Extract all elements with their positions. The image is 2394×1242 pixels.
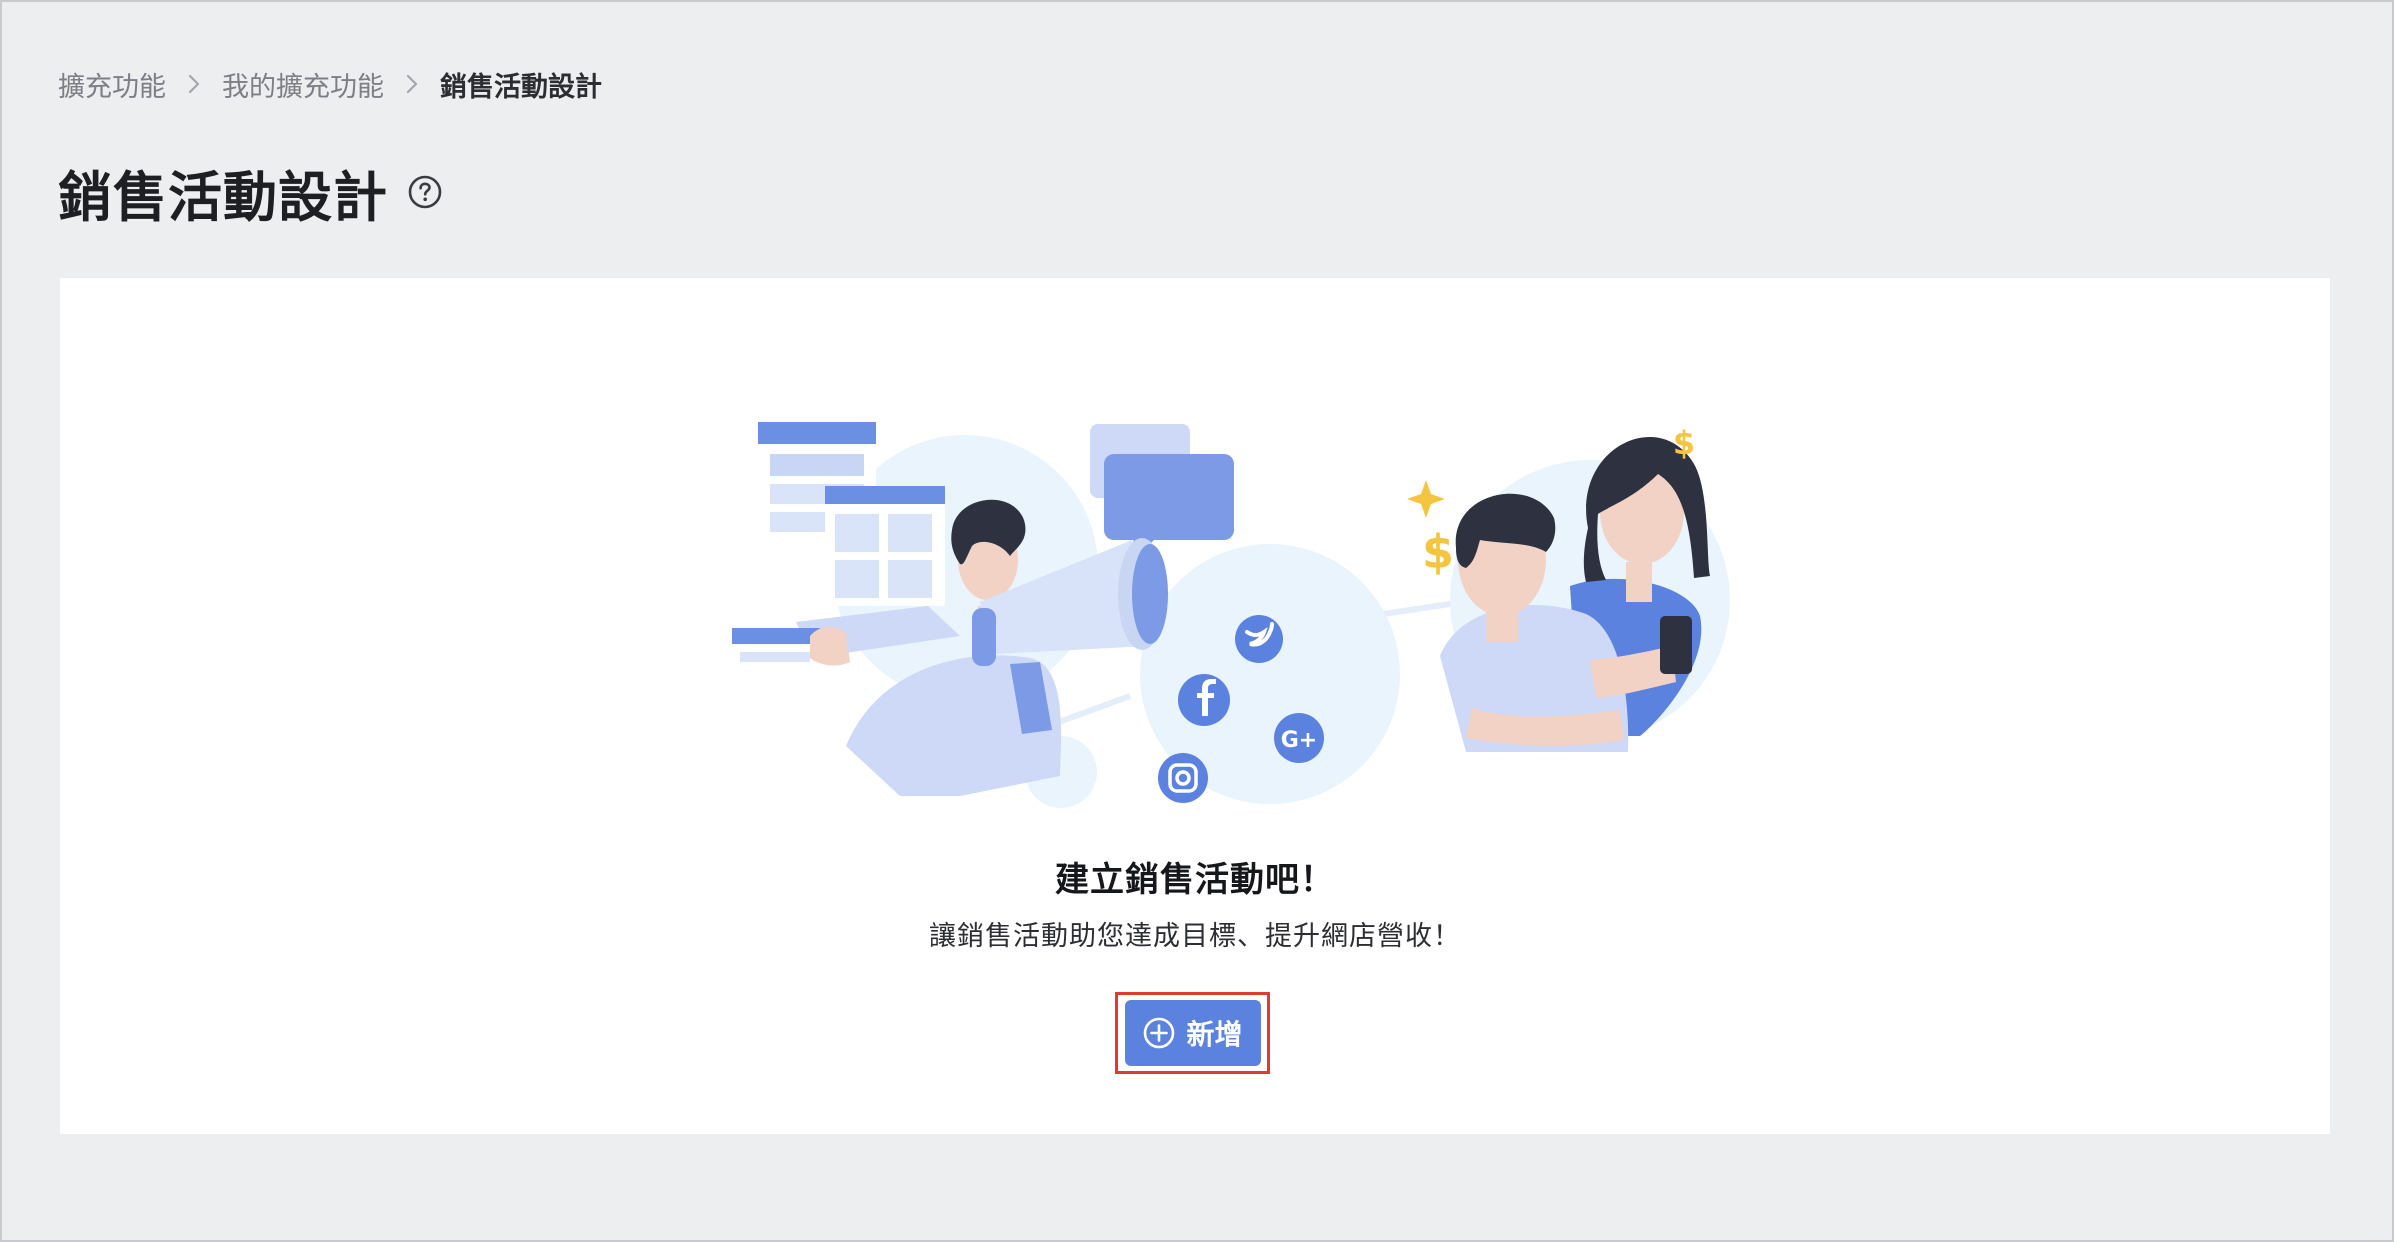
breadcrumb-extensions[interactable]: 擴充功能	[58, 65, 166, 104]
svg-text:G+: G+	[1281, 728, 1318, 753]
empty-state-card: G+ $ $ 建立銷售活動吧！ 讓銷售活動助您達成目標、提升網店營收！ 新增	[60, 278, 2330, 1134]
plus-circle-icon	[1142, 1016, 1176, 1050]
page-title: 銷售活動設計	[58, 165, 388, 229]
breadcrumb-current: 銷售活動設計	[440, 71, 602, 103]
add-button-label: 新增	[1186, 1018, 1243, 1051]
empty-state-description: 讓銷售活動助您達成目標、提升網店營收！	[929, 921, 1461, 952]
marketing-campaign-illustration: G+ $ $	[732, 422, 1730, 808]
svg-text:$: $	[1673, 424, 1695, 462]
add-button[interactable]: 新增	[1124, 1000, 1261, 1066]
app-frame: 擴充功能 我的擴充功能 銷售活動設計 銷售活動設計 G+ $ $ 建立銷售活動吧…	[0, 0, 2394, 1242]
chevron-right-icon	[384, 73, 440, 95]
empty-state-title: 建立銷售活動吧！	[1055, 860, 1335, 900]
svg-text:$: $	[1422, 525, 1454, 579]
breadcrumb-my-extensions[interactable]: 我的擴充功能	[222, 65, 384, 104]
chevron-right-icon	[166, 73, 222, 95]
page-header: 銷售活動設計	[58, 150, 444, 234]
question-circle-icon[interactable]	[406, 173, 444, 211]
add-button-highlight: 新增	[1115, 992, 1270, 1074]
breadcrumb: 擴充功能 我的擴充功能 銷售活動設計	[58, 60, 602, 108]
